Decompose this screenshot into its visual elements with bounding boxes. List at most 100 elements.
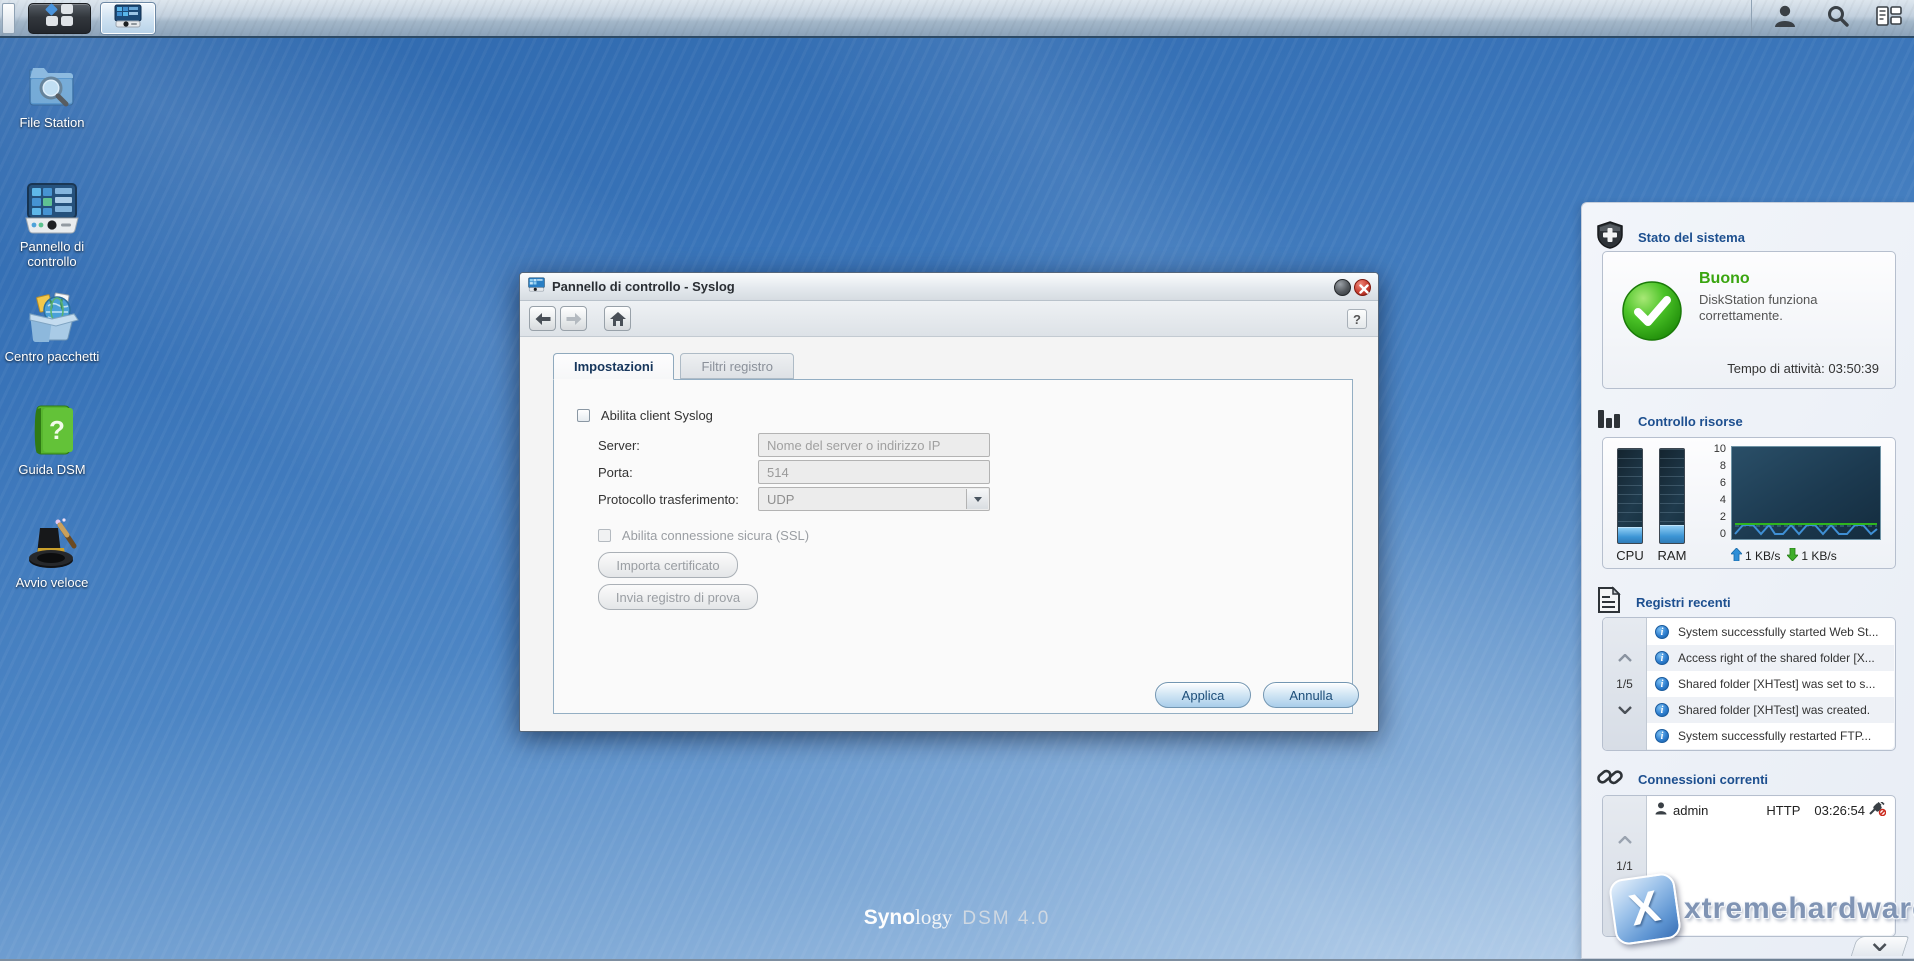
- connection-row: admin HTTP 03:26:54: [1647, 797, 1894, 823]
- connection-user: admin: [1673, 803, 1708, 818]
- desktop-icon-quick-start[interactable]: Avvio veloce: [0, 516, 104, 590]
- tab-filtri-registro[interactable]: Filtri registro: [680, 353, 794, 379]
- enable-syslog-checkbox[interactable]: [577, 409, 590, 422]
- close-icon: [1359, 284, 1369, 294]
- system-status-card: Buono DiskStation funziona correttamente…: [1602, 251, 1896, 389]
- logs-pager: 1/5: [1603, 618, 1647, 750]
- user-icon: [1774, 4, 1796, 33]
- window-content: Impostazioni Filtri registro Abilita cli…: [520, 337, 1378, 731]
- enable-syslog-label: Abilita client Syslog: [601, 408, 713, 423]
- section-title: Registri recenti: [1636, 595, 1731, 610]
- protocol-select: UDP: [758, 487, 990, 511]
- minimize-button[interactable]: [1334, 279, 1351, 296]
- port-input: [758, 460, 990, 484]
- disconnect-icon[interactable]: [1868, 802, 1886, 819]
- shield-icon: [1596, 221, 1624, 254]
- desktop: File Station Pannello di controllo: [0, 0, 1914, 961]
- ssl-label: Abilita connessione sicura (SSL): [622, 528, 809, 543]
- ytick: 8: [1708, 460, 1726, 472]
- log-list: i System successfully started Web St... …: [1647, 619, 1894, 749]
- ssl-checkbox: [598, 529, 611, 542]
- upload-arrow-icon: [1731, 548, 1742, 564]
- desktop-icon-control-panel[interactable]: Pannello di controllo: [0, 182, 104, 269]
- main-menu-icon: [43, 3, 77, 34]
- download-rate: 1 KB/s: [1801, 549, 1836, 563]
- home-button[interactable]: [604, 306, 631, 331]
- desktop-icon-file-station[interactable]: File Station: [0, 62, 104, 130]
- dsm-help-icon: ?: [0, 405, 104, 457]
- search-button[interactable]: [1818, 3, 1856, 33]
- show-desktop-button[interactable]: [2, 3, 15, 34]
- bar-chart-icon: [1596, 406, 1624, 437]
- ram-meter: [1659, 448, 1685, 544]
- status-value: Buono: [1699, 270, 1859, 288]
- pager-up-icon[interactable]: [1618, 649, 1632, 667]
- ssl-row: Abilita connessione sicura (SSL): [598, 528, 809, 543]
- window-titlebar[interactable]: Pannello di controllo - Syslog: [520, 273, 1378, 301]
- log-text: System successfully restarted FTP...: [1678, 729, 1871, 743]
- protocol-label: Protocollo trasferimento:: [598, 492, 739, 507]
- log-row: i System successfully restarted FTP...: [1647, 723, 1894, 749]
- help-button[interactable]: ?: [1347, 309, 1367, 329]
- taskbar: [0, 0, 1914, 38]
- desktop-icon-dsm-help[interactable]: ? Guida DSM: [0, 405, 104, 477]
- log-row: i Access right of the shared folder [X..…: [1647, 645, 1894, 671]
- resource-monitor-header: Controllo risorse: [1596, 406, 1743, 437]
- status-description: DiskStation funziona correttamente.: [1699, 292, 1859, 324]
- desktop-icon-label: Avvio veloce: [0, 575, 104, 590]
- send-test-log-button: Invia registro di prova: [598, 584, 758, 610]
- desktop-icon-package-center[interactable]: Centro pacchetti: [0, 292, 104, 364]
- protocol-value: UDP: [767, 492, 794, 507]
- cpu-meter-fill: [1618, 527, 1642, 543]
- upload-rate: 1 KB/s: [1745, 549, 1780, 563]
- document-icon: [1596, 586, 1622, 619]
- cpu-meter: [1617, 448, 1643, 544]
- user-icon: [1655, 802, 1667, 818]
- user-button[interactable]: [1766, 3, 1804, 33]
- port-label: Porta:: [598, 465, 633, 480]
- network-rates: 1 KB/s 1 KB/s: [1731, 548, 1837, 564]
- system-status-header: Stato del sistema: [1596, 221, 1745, 254]
- ytick: 10: [1708, 443, 1726, 455]
- watermark-text: xtremehardware.it: [1684, 892, 1914, 926]
- pilot-view-button[interactable]: [1870, 3, 1908, 33]
- ytick: 0: [1708, 528, 1726, 540]
- import-certificate-button: Importa certificato: [598, 552, 738, 578]
- info-icon: i: [1655, 703, 1669, 717]
- file-station-icon: [0, 62, 104, 110]
- pager-up-icon[interactable]: [1618, 831, 1632, 849]
- back-button[interactable]: [529, 306, 556, 331]
- taskbar-task-control-panel[interactable]: [100, 2, 156, 35]
- desktop-icon-label: Guida DSM: [0, 462, 104, 477]
- info-icon: i: [1655, 729, 1669, 743]
- log-text: Shared folder [XHTest] was set to s...: [1678, 677, 1875, 691]
- pilot-view-icon: [1876, 5, 1902, 32]
- close-button[interactable]: [1354, 279, 1371, 296]
- forward-button[interactable]: [560, 306, 587, 331]
- window-title: Pannello di controllo - Syslog: [552, 279, 735, 294]
- tab-impostazioni[interactable]: Impostazioni: [553, 353, 674, 380]
- main-menu-button[interactable]: [28, 3, 91, 34]
- brand-light: logy: [915, 905, 952, 929]
- recent-logs-header: Registri recenti: [1596, 586, 1731, 619]
- search-icon: [1826, 4, 1849, 32]
- control-panel-icon: [114, 4, 142, 33]
- brand-version: DSM 4.0: [962, 908, 1050, 929]
- section-title: Connessioni correnti: [1638, 772, 1768, 787]
- pager-down-icon[interactable]: [1618, 701, 1632, 719]
- log-text: Shared folder [XHTest] was created.: [1678, 703, 1870, 717]
- resource-monitor-card: CPU RAM 10 8 6 4 2 0: [1602, 437, 1896, 569]
- ytick: 4: [1708, 494, 1726, 506]
- connection-time: 03:26:54: [1814, 803, 1865, 818]
- apply-button[interactable]: Applica: [1155, 682, 1251, 708]
- log-text: System successfully started Web St...: [1678, 625, 1879, 639]
- window-toolbar: [520, 301, 1378, 337]
- server-label: Server:: [598, 438, 640, 453]
- cancel-button[interactable]: Annulla: [1263, 682, 1359, 708]
- info-icon: i: [1655, 677, 1669, 691]
- ytick: 2: [1708, 511, 1726, 523]
- uptime-text: Tempo di attività: 03:50:39: [1727, 361, 1879, 376]
- tab-bar: Impostazioni Filtri registro: [553, 353, 800, 379]
- watermark-logo-icon: X: [1608, 872, 1683, 947]
- ytick: 6: [1708, 477, 1726, 489]
